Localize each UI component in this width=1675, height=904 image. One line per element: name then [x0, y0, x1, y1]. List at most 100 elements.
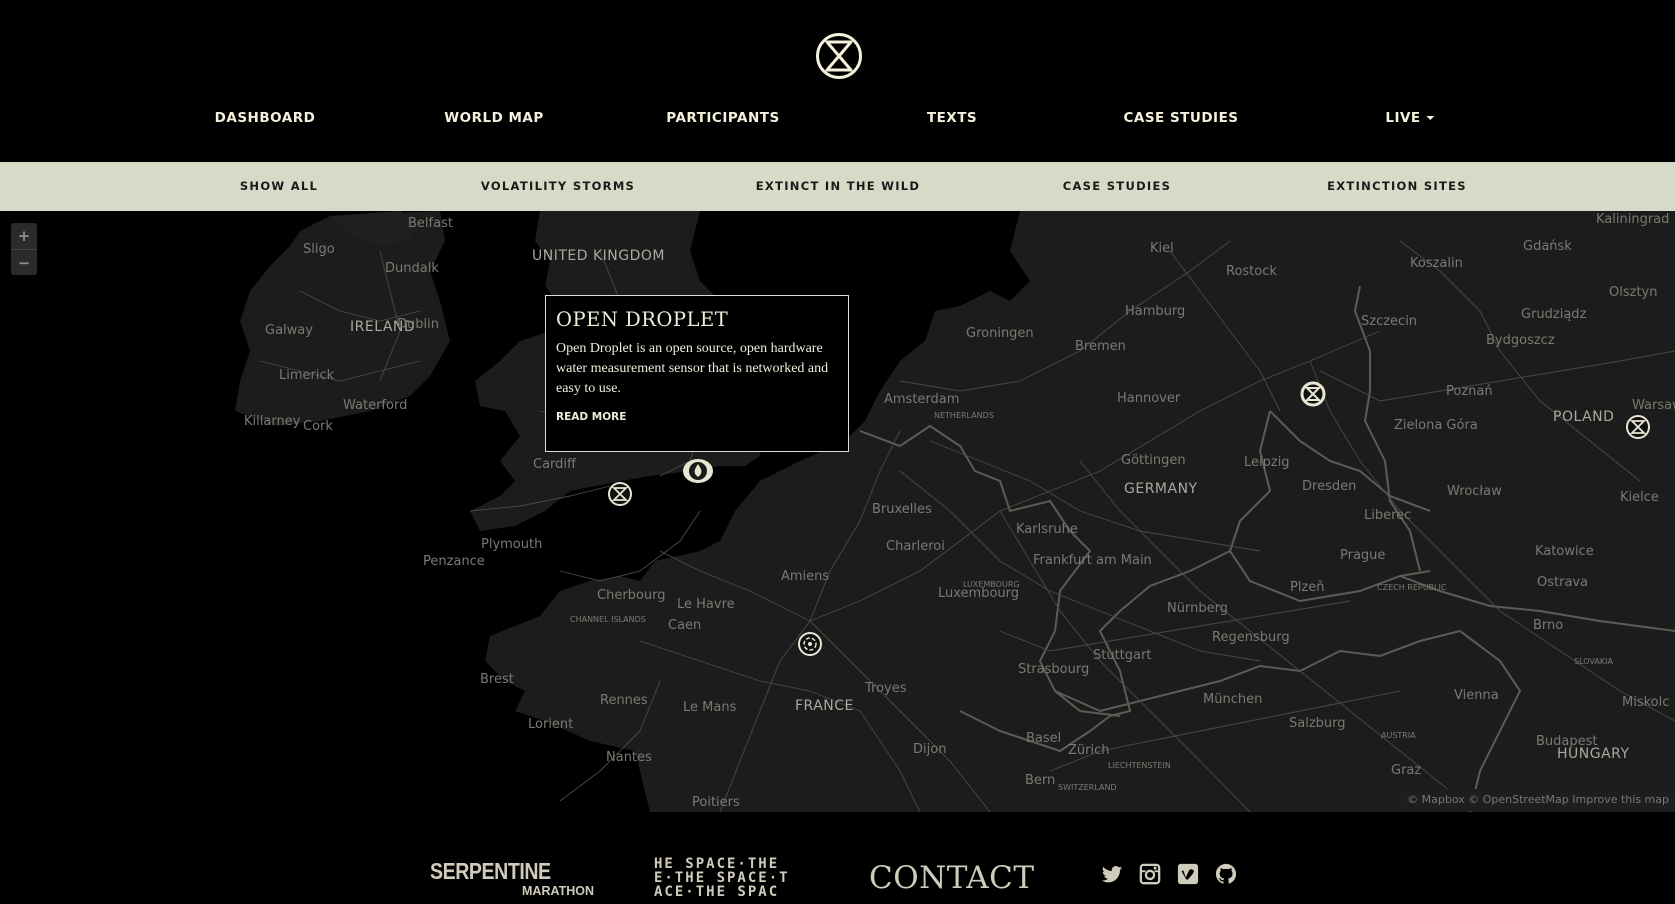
- nav-live[interactable]: LIVE: [1385, 110, 1435, 126]
- filter-show-all[interactable]: SHOW ALL: [240, 179, 318, 193]
- label-city: Amsterdam: [884, 392, 960, 407]
- thespace-line: E·THE SPACE·T: [654, 870, 790, 886]
- label-region: LIECHTENSTEIN: [1108, 761, 1171, 770]
- nav-case-studies[interactable]: CASE STUDIES: [1123, 110, 1238, 126]
- label-city: Prague: [1340, 548, 1386, 563]
- label-city: Budapest: [1536, 734, 1598, 749]
- label-city: Strasbourg: [1018, 662, 1090, 677]
- nav-texts[interactable]: TEXTS: [927, 110, 977, 126]
- label-poland: POLAND: [1553, 409, 1615, 425]
- label-region: LUXEMBOURG: [963, 580, 1020, 589]
- label-city: Killarney: [244, 414, 301, 429]
- label-city: Belfast: [408, 216, 453, 231]
- world-map[interactable]: UNITED KINGDOM IRELAND GERMANY FRANCE PO…: [0, 211, 1675, 812]
- label-city: Bremen: [1075, 339, 1126, 354]
- label-city: Le Mans: [683, 700, 737, 715]
- label-city: Salzburg: [1289, 716, 1346, 731]
- filter-case-studies[interactable]: CASE STUDIES: [1063, 179, 1172, 193]
- label-city: Leipzig: [1244, 455, 1290, 470]
- label-france: FRANCE: [795, 698, 854, 714]
- main-nav: DASHBOARD WORLD MAP PARTICIPANTS TEXTS C…: [0, 110, 1675, 134]
- label-city: Kiel: [1150, 241, 1174, 256]
- label-region: SWITZERLAND: [1058, 783, 1117, 792]
- label-city: Poznań: [1446, 384, 1493, 399]
- nav-participants[interactable]: PARTICIPANTS: [666, 110, 779, 126]
- label-city: Zielona Góra: [1394, 418, 1478, 433]
- label-city: Dundalk: [385, 261, 439, 276]
- label-city: Frankfurt am Main: [1033, 553, 1152, 568]
- serpentine-logo[interactable]: SERPENTINE MARATHON: [430, 858, 594, 900]
- instagram-icon[interactable]: [1139, 863, 1161, 885]
- label-city: Liberec: [1364, 508, 1412, 523]
- popup-title: OPEN DROPLET: [556, 308, 729, 331]
- vimeo-icon[interactable]: [1177, 863, 1199, 885]
- label-city: Waterford: [343, 398, 408, 413]
- label-city: Cardiff: [533, 457, 576, 472]
- label-city: Plymouth: [481, 537, 543, 552]
- zoom-out-button[interactable]: −: [11, 249, 37, 276]
- label-germany: GERMANY: [1124, 481, 1198, 497]
- label-city: Katowice: [1535, 544, 1594, 559]
- extinction-marker-icon[interactable]: [607, 481, 633, 507]
- label-city: Rostock: [1226, 264, 1277, 279]
- label-city: München: [1203, 692, 1263, 707]
- label-city: Hamburg: [1125, 304, 1186, 319]
- label-city: Cork: [303, 419, 333, 434]
- serpentine-name: SERPENTINE: [430, 858, 551, 884]
- label-region: NETHERLANDS: [934, 411, 994, 420]
- filter-extinction-sites[interactable]: EXTINCTION SITES: [1327, 179, 1467, 193]
- droplet-marker-icon[interactable]: [682, 457, 714, 485]
- label-city: Caen: [668, 618, 702, 633]
- popup-body: Open Droplet is an open source, open har…: [556, 341, 829, 396]
- label-city: Dresden: [1302, 479, 1357, 494]
- twitter-icon[interactable]: [1101, 863, 1123, 885]
- github-icon[interactable]: [1215, 863, 1237, 885]
- label-city: Nürnberg: [1167, 601, 1228, 616]
- thespace-logo[interactable]: HE SPACE·THE E·THE SPACE·T ACE·THE SPAC: [654, 857, 806, 899]
- site-header: DASHBOARD WORLD MAP PARTICIPANTS TEXTS C…: [0, 0, 1675, 162]
- label-city: Kaliningrad: [1596, 212, 1670, 227]
- label-city: Sligo: [303, 242, 335, 257]
- nav-world-map[interactable]: WORLD MAP: [444, 110, 544, 126]
- filter-extinct-in-the-wild[interactable]: EXTINCT IN THE WILD: [756, 179, 921, 193]
- label-city: Zürich: [1068, 743, 1110, 758]
- label-city: Nantes: [606, 750, 652, 765]
- label-city: Cherbourg: [597, 588, 666, 603]
- label-city: Dublin: [397, 317, 439, 332]
- label-city: Groningen: [966, 326, 1034, 341]
- nav-live-label: LIVE: [1385, 110, 1421, 126]
- label-city: Le Havre: [677, 597, 735, 612]
- map-attribution[interactable]: © Mapbox © OpenStreetMap Improve this ma…: [1401, 789, 1675, 811]
- read-more-link[interactable]: READ MORE: [556, 411, 626, 423]
- label-city: Lorient: [528, 717, 574, 732]
- label-city: Koszalin: [1410, 256, 1463, 271]
- label-city: Stuttgart: [1093, 648, 1152, 663]
- filter-bar: SHOW ALL VOLATILITY STORMS EXTINCT IN TH…: [0, 162, 1675, 211]
- thespace-line: HE SPACE·THE: [654, 857, 780, 872]
- label-united-kingdom: UNITED KINGDOM: [532, 248, 665, 264]
- contact-link[interactable]: CONTACT: [869, 860, 1035, 896]
- label-region: CHANNEL ISLANDS: [570, 615, 646, 624]
- caret-down-icon: [1426, 116, 1435, 120]
- extinction-marker-icon[interactable]: [1300, 381, 1326, 407]
- label-city: Gdańsk: [1523, 239, 1572, 254]
- extinction-marker-icon[interactable]: [1625, 414, 1651, 440]
- label-city: Karlsruhe: [1016, 522, 1078, 537]
- thespace-line: ACE·THE SPAC: [654, 884, 780, 899]
- label-city: Grudziądz: [1521, 307, 1587, 322]
- label-city: Brest: [480, 672, 514, 687]
- label-region: AUSTRIA: [1381, 731, 1416, 740]
- nav-dashboard[interactable]: DASHBOARD: [215, 110, 316, 126]
- label-city: Olsztyn: [1609, 285, 1658, 300]
- zoom-in-button[interactable]: +: [11, 223, 37, 249]
- label-city: Bern: [1025, 773, 1056, 788]
- label-city: Brno: [1533, 618, 1564, 633]
- extinction-hourglass-icon[interactable]: [815, 32, 863, 80]
- label-city: Wrocław: [1447, 484, 1502, 499]
- label-city: Ostrava: [1537, 575, 1589, 590]
- storm-marker-icon[interactable]: [797, 631, 823, 657]
- filter-volatility-storms[interactable]: VOLATILITY STORMS: [481, 179, 635, 193]
- label-city: Penzance: [423, 554, 485, 569]
- label-city: Bruxelles: [872, 502, 932, 517]
- label-city: Vienna: [1454, 688, 1499, 703]
